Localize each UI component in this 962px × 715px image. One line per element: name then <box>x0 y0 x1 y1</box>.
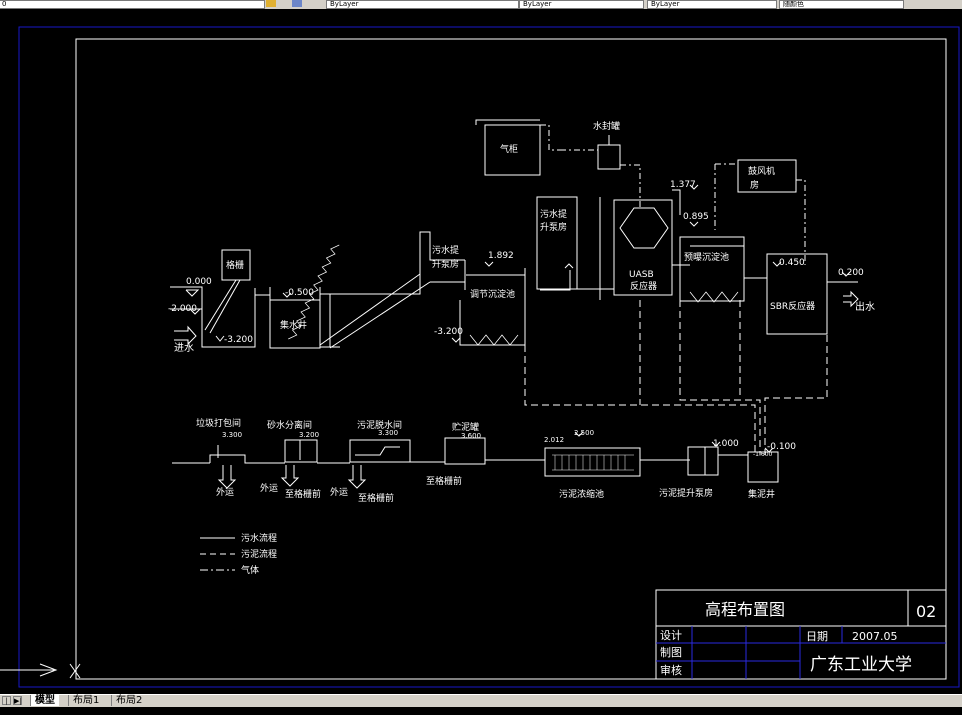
elev-1892: 1.892 <box>488 251 514 261</box>
drawing-viewport[interactable]: 格栅 进水 集水井 污水提 升泵房 调节沉淀池 污水提 升泵房 气柜 水封罐 U… <box>0 9 962 694</box>
check-label: 审核 <box>660 663 682 677</box>
inlet-arrow-icon <box>174 325 197 346</box>
layer-dropdown[interactable]: 0 <box>0 0 265 9</box>
lineweight-dropdown[interactable]: ByLayer <box>647 0 777 9</box>
first-tab-icon[interactable]: |◀ <box>2 696 11 714</box>
legend-label-gas: 气体 <box>241 564 259 576</box>
label-pump-room1-b: 升泵房 <box>432 258 459 270</box>
last-tab-icon[interactable]: ▶| <box>13 696 22 705</box>
elev-t3600: 3.600 <box>461 432 481 440</box>
legend-label-sludge: 污泥流程 <box>241 548 277 560</box>
color-dropdown[interactable]: ByLayer <box>326 0 519 9</box>
date-label: 日期 <box>806 630 828 643</box>
outward-arrow-icon <box>217 465 237 489</box>
elev-0450: 0.450 <box>779 258 805 268</box>
label-pump-room2-b: 升泵房 <box>540 221 567 233</box>
plotstyle-field-value: 随颜色 <box>783 0 804 8</box>
paper-border <box>18 26 960 688</box>
elev-1377: 1.377 <box>670 180 696 190</box>
elev-n3200a: -3.200 <box>224 335 253 345</box>
elev-s3200: 3.200 <box>299 431 319 439</box>
tab-layout1[interactable]: 布局1 <box>68 695 104 706</box>
draw-label: 制图 <box>660 646 682 659</box>
label-gas-holder: 气柜 <box>500 143 518 155</box>
label-outward1: 外运 <box>216 486 234 498</box>
tab-model[interactable]: 模型 <box>30 695 59 706</box>
label-inlet-water: 进水 <box>174 342 194 354</box>
label-pump-room2-a: 污水提 <box>540 208 567 220</box>
label-screen: 格栅 <box>226 259 244 271</box>
elev-n1600: -1.600 <box>753 451 773 458</box>
label-adjust-tank: 调节沉淀池 <box>470 288 515 300</box>
sludge-process <box>172 431 779 489</box>
tab-layout2[interactable]: 布局2 <box>111 695 147 706</box>
elev-0895: 0.895 <box>683 212 709 222</box>
label-outward2: 外运 <box>260 482 278 494</box>
elev-n0500: -0.500 <box>285 288 314 298</box>
color-field-value: ByLayer <box>330 0 359 8</box>
layout-tabs-bar: |◀ ▶| 模型 布局1 布局2 <box>0 694 962 714</box>
label-sbr: SBR反应器 <box>770 300 815 312</box>
elev-d3300: 3.300 <box>378 429 398 437</box>
date-value: 2007.05 <box>852 630 898 643</box>
layer-field-value: 0 <box>2 0 7 8</box>
label-to-screen2: 至格栅前 <box>358 492 394 504</box>
label-to-screen3: 至格栅前 <box>426 475 462 487</box>
label-water-seal: 水封罐 <box>593 120 620 132</box>
drawing-canvas[interactable]: 格栅 进水 集水井 污水提 升泵房 调节沉淀池 污水提 升泵房 气柜 水封罐 U… <box>0 9 962 694</box>
label-pump-room1-a: 污水提 <box>432 244 459 256</box>
ucs-icon <box>0 663 81 679</box>
label-to-screen1: 至格栅前 <box>285 488 321 500</box>
plotstyle-dropdown[interactable]: 随颜色 <box>779 0 904 9</box>
label-sludge-pump: 污泥提升泵房 <box>659 487 713 499</box>
title-text: 高程布置图 <box>705 600 785 619</box>
sheet-number: 02 <box>916 602 936 621</box>
lineweight-field-value: ByLayer <box>651 0 680 8</box>
label-uasb-a: UASB <box>629 270 654 280</box>
label-sludge-thicken: 污泥浓缩池 <box>559 488 604 500</box>
design-label: 设计 <box>660 629 682 642</box>
institution-name: 广东工业大学 <box>810 655 912 675</box>
elev-0000: 0.000 <box>186 277 212 287</box>
label-blower-b: 房 <box>750 179 759 191</box>
label-outlet-water: 出水 <box>855 300 875 313</box>
label-uasb-b: 反应器 <box>630 280 657 292</box>
linetype-field-value: ByLayer <box>523 0 552 8</box>
label-blower-a: 鼓风机 <box>748 165 775 177</box>
layer-tools-icon[interactable] <box>266 0 276 7</box>
legend-label-sewage: 污水流程 <box>241 532 277 544</box>
layer-prev-icon[interactable] <box>292 0 302 7</box>
elev-2500: 2.500 <box>574 429 594 437</box>
label-sand-separate: 砂水分离间 <box>267 419 312 431</box>
sludge-return-lines <box>524 300 828 455</box>
label-sludge-well: 集泥井 <box>748 488 775 500</box>
sludge-thickener <box>544 447 641 477</box>
label-outward3: 外运 <box>330 486 348 498</box>
elev-n2000: -2.000 <box>168 304 197 314</box>
elev-g3300: 3.300 <box>222 431 242 439</box>
label-garbage: 垃圾打包间 <box>196 417 241 429</box>
elev-2012: 2.012 <box>544 436 564 444</box>
legend <box>200 537 235 571</box>
drawing-frame <box>75 38 947 680</box>
label-collect-well: 集水井 <box>280 319 307 331</box>
elev-0200: 0.200 <box>838 268 864 278</box>
elev-1000: 1.000 <box>713 439 739 449</box>
label-pre-aeration: 预曝沉淀池 <box>684 251 729 263</box>
linetype-dropdown[interactable]: ByLayer <box>519 0 644 9</box>
elev-n3200b: -3.200 <box>434 327 463 337</box>
